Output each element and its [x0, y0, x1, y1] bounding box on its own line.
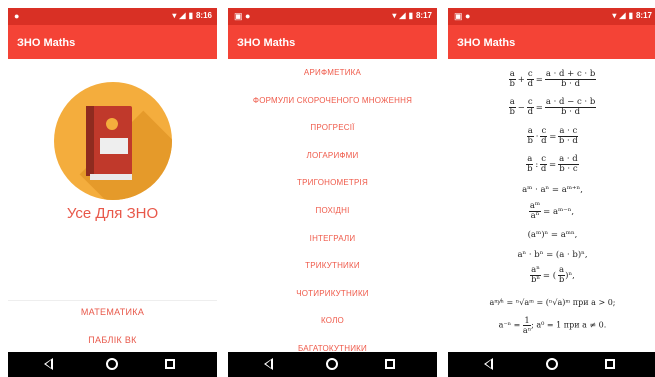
wifi-icon: ▾: [612, 11, 617, 20]
status-bar: ● ▾ ◢ ▮ 8:16: [8, 8, 217, 25]
formula-power-of-power: (aᵐ)ⁿ = aᵐⁿ,: [527, 230, 578, 240]
status-time: 8:17: [415, 11, 432, 20]
formula-fraction-division: a b: c d = a · db · c: [526, 154, 579, 174]
app-bar: ЗНО Maths: [228, 25, 437, 59]
signal-icon: ◢: [619, 11, 626, 20]
divider: [8, 300, 217, 301]
formula-power-product: aᵐ · aⁿ = aᵐ⁺ⁿ,: [522, 185, 583, 195]
notification-icon: ▣ ●: [234, 11, 251, 21]
topic-arithmetic[interactable]: АРИФМЕТИКА: [228, 59, 437, 87]
battery-icon: ▮: [408, 11, 413, 20]
topic-quadrilaterals[interactable]: ЧОТИРИКУТНИКИ: [228, 280, 437, 308]
home-icon[interactable]: [326, 358, 338, 370]
formula-negative-power: a⁻ⁿ = 1 aⁿ; a⁰ = 1 при a ≠ 0.: [498, 316, 607, 335]
status-bar: ▣ ● ▾ ◢ ▮ 8:17: [448, 8, 655, 25]
math-button[interactable]: МАТЕМАТИКА: [8, 307, 217, 317]
screen-home: ● ▾ ◢ ▮ 8:16 ЗНО Maths Усе Для ЗНО МАТЕМАТИ…: [8, 8, 217, 377]
topic-list: АРИФМЕТИКА ФОРМУЛИ СКОРОЧЕНОГО МНОЖЕННЯ …: [228, 59, 437, 363]
formula-fraction-sum: a b + c d = a · d + c · bb · d: [508, 69, 597, 89]
wifi-icon: ▾: [392, 11, 397, 20]
notification-icon: ●: [14, 11, 20, 21]
status-time: 8:17: [635, 11, 652, 20]
screen-formulas: ▣ ● ▾ ◢ ▮ 8:17 ЗНО Maths a b + c d = a · d + c · …: [448, 8, 655, 377]
nav-bar: [228, 352, 437, 377]
app-bar-title: ЗНО Maths: [237, 37, 296, 49]
topic-logarithms[interactable]: ЛОГАРИФМИ: [228, 142, 437, 170]
recent-apps-icon[interactable]: [385, 358, 395, 369]
recent-apps-icon[interactable]: [605, 358, 615, 369]
app-bar-title: ЗНО Maths: [17, 37, 76, 49]
formula-fraction-product: a b · c d = a · cb · d: [526, 126, 579, 146]
battery-icon: ▮: [628, 11, 633, 20]
app-bar: ЗНО Maths: [448, 25, 655, 59]
app-bar-title: ЗНО Maths: [457, 37, 516, 49]
battery-icon: ▮: [188, 11, 193, 20]
topic-derivatives[interactable]: ПОХІДНІ: [228, 197, 437, 225]
status-bar: ▣ ● ▾ ◢ ▮ 8:17: [228, 8, 437, 25]
topic-short-mult-formulas[interactable]: ФОРМУЛИ СКОРОЧЕНОГО МНОЖЕННЯ: [228, 87, 437, 115]
home-icon[interactable]: [546, 358, 558, 370]
topic-integrals[interactable]: ІНТЕГРАЛИ: [228, 225, 437, 253]
topic-progressions[interactable]: ПРОГРЕСІЇ: [228, 114, 437, 142]
topic-triangles[interactable]: ТРИКУТНИКИ: [228, 252, 437, 280]
formula-product-power: aⁿ · bⁿ = (a · b)ⁿ,: [517, 250, 588, 260]
home-icon[interactable]: [106, 358, 118, 370]
formula-fraction-diff: a b − c d = a · d − c · bb · d: [508, 97, 597, 117]
formula-fractional-power: aᵐ⁄ⁿ = ⁿ√aᵐ = (ⁿ√a)ᵐ при a > 0;: [489, 298, 616, 307]
nav-bar: [8, 352, 217, 377]
topic-trigonometry[interactable]: ТРИГОНОМЕТРІЯ: [228, 169, 437, 197]
nav-bar: [448, 352, 655, 377]
screen-topics: ▣ ● ▾ ◢ ▮ 8:17 ЗНО Maths АРИФМЕТИКА ФОРМУЛИ…: [228, 8, 437, 377]
signal-icon: ◢: [179, 11, 186, 20]
app-bar: ЗНО Maths: [8, 25, 217, 59]
signal-icon: ◢: [399, 11, 406, 20]
recent-apps-icon[interactable]: [165, 358, 175, 369]
wifi-icon: ▾: [172, 11, 177, 20]
app-name: Усе Для ЗНО: [66, 205, 159, 222]
formula-power-quotient: aᵐ aⁿ = aᵐ⁻ⁿ,: [528, 201, 575, 221]
formula-quotient-power: aⁿ bⁿ = (a b)ⁿ,: [530, 265, 575, 285]
vk-public-button[interactable]: ПАБЛІК ВК: [8, 335, 217, 345]
topic-circle[interactable]: КОЛО: [228, 307, 437, 335]
book-logo-icon: [54, 82, 172, 200]
notification-icon: ▣ ●: [454, 11, 471, 21]
status-time: 8:16: [195, 11, 212, 20]
